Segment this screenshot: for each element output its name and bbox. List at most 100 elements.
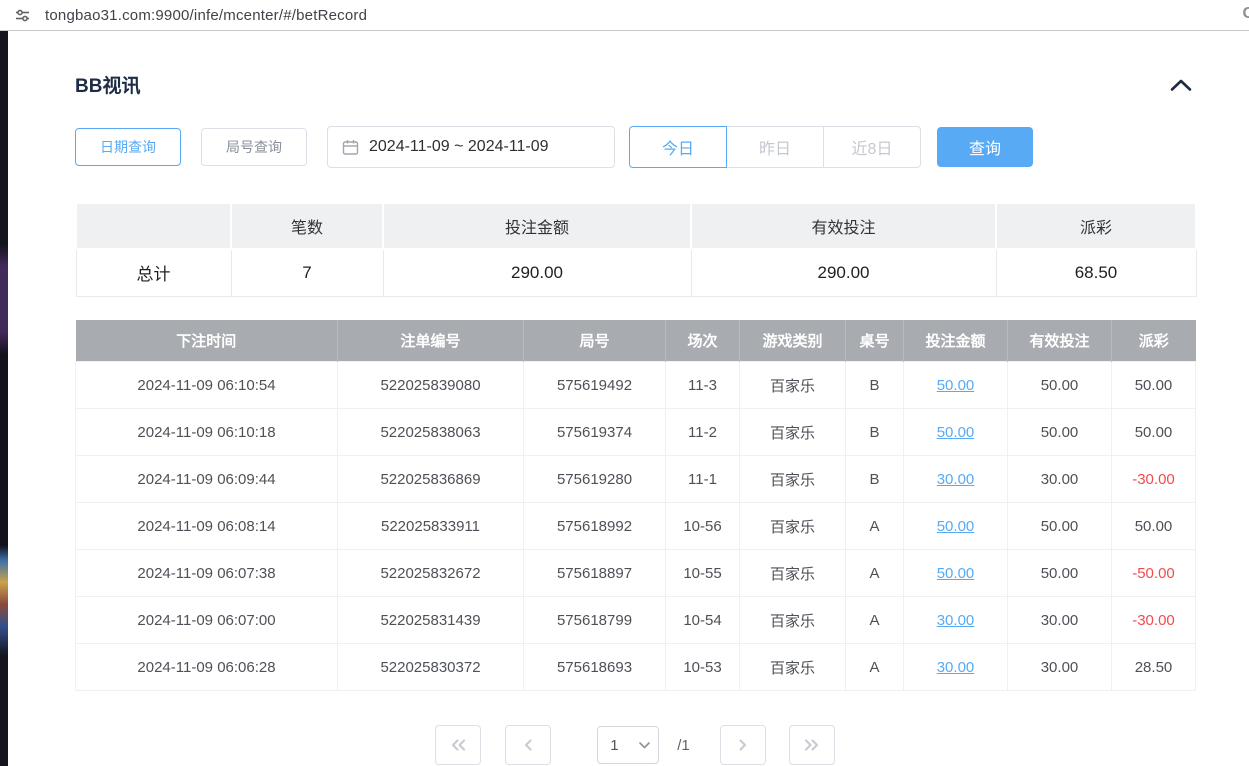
summary-header-payout: 派彩 — [996, 203, 1196, 249]
header-bet-id: 注单编号 — [338, 320, 524, 362]
table-no-cell: A — [846, 644, 904, 691]
bet-amount-link[interactable]: 50.00 — [937, 518, 975, 535]
prev-page-icon — [522, 738, 534, 752]
caret-down-icon — [639, 742, 650, 749]
round-id-cell: 575618693 — [524, 644, 666, 691]
payout-cell: 28.50 — [1112, 644, 1196, 691]
table-no-cell: B — [846, 456, 904, 503]
table-row: 2024-11-09 06:07:00522025831439575618799… — [76, 597, 1196, 644]
bet-amount-link[interactable]: 50.00 — [937, 377, 975, 394]
bet-id-cell: 522025836869 — [338, 456, 524, 503]
bet-time-cell: 2024-11-09 06:06:28 — [76, 644, 338, 691]
bet-id-cell: 522025833911 — [338, 503, 524, 550]
table-row: 2024-11-09 06:10:54522025839080575619492… — [76, 362, 1196, 409]
valid-bet-cell: 50.00 — [1008, 550, 1112, 597]
background-window-strip — [0, 31, 8, 766]
table-row: 2024-11-09 06:08:14522025833911575618992… — [76, 503, 1196, 550]
game-type-cell: 百家乐 — [740, 597, 846, 644]
bet-record-page: BB视讯 日期查询 局号查询 2024-11-09 ~ 2024 — [0, 31, 1249, 766]
table-row: 2024-11-09 06:07:38522025832672575618897… — [76, 550, 1196, 597]
session-cell: 10-53 — [666, 644, 740, 691]
payout-cell: 50.00 — [1112, 362, 1196, 409]
date-query-button[interactable]: 日期查询 — [75, 128, 181, 166]
bet-record-table: 下注时间 注单编号 局号 场次 游戏类别 桌号 投注金额 有效投注 派彩 202… — [75, 320, 1196, 692]
filter-row: 日期查询 局号查询 2024-11-09 ~ 2024-11-09 今日 昨日 … — [75, 126, 1195, 168]
bet-id-cell: 522025831439 — [338, 597, 524, 644]
summary-header-row: 笔数 投注金额 有效投注 派彩 — [76, 203, 1196, 249]
header-valid-bet: 有效投注 — [1008, 320, 1112, 362]
bet-amount-cell: 30.00 — [904, 597, 1008, 644]
prev-page-button[interactable] — [505, 725, 551, 765]
bet-amount-link[interactable]: 50.00 — [937, 565, 975, 582]
bet-amount-link[interactable]: 30.00 — [937, 612, 975, 629]
bet-id-cell: 522025830372 — [338, 644, 524, 691]
search-button[interactable]: 查询 — [937, 127, 1033, 167]
browser-address-bar[interactable]: tongbao31.com:9900/infe/mcenter/#/betRec… — [0, 0, 1249, 31]
bet-amount-link[interactable]: 30.00 — [937, 659, 975, 676]
summary-corner-cell — [76, 203, 231, 249]
game-type-cell: 百家乐 — [740, 456, 846, 503]
next-page-button[interactable] — [720, 725, 766, 765]
last-page-icon — [803, 738, 820, 752]
header-payout: 派彩 — [1112, 320, 1196, 362]
page-select[interactable]: 1 — [597, 726, 659, 764]
summary-header-count: 笔数 — [231, 203, 383, 249]
table-row: 2024-11-09 06:06:28522025830372575618693… — [76, 644, 1196, 691]
session-cell: 10-56 — [666, 503, 740, 550]
summary-total-count: 7 — [231, 249, 383, 296]
summary-total-payout: 68.50 — [996, 249, 1196, 296]
last-page-button[interactable] — [789, 725, 835, 765]
game-type-cell: 百家乐 — [740, 550, 846, 597]
bet-amount-cell: 50.00 — [904, 362, 1008, 409]
page-select-value: 1 — [610, 737, 618, 754]
header-round-id: 局号 — [524, 320, 666, 362]
payout-cell: -30.00 — [1112, 456, 1196, 503]
game-type-cell: 百家乐 — [740, 362, 846, 409]
header-bet-time: 下注时间 — [76, 320, 338, 362]
table-no-cell: B — [846, 409, 904, 456]
site-settings-icon[interactable] — [14, 7, 31, 24]
bet-table-header-row: 下注时间 注单编号 局号 场次 游戏类别 桌号 投注金额 有效投注 派彩 — [76, 320, 1196, 362]
quick-last8days-button[interactable]: 近8日 — [823, 126, 921, 168]
table-no-cell: A — [846, 597, 904, 644]
url-text[interactable]: tongbao31.com:9900/infe/mcenter/#/betRec… — [45, 7, 367, 24]
session-cell: 11-1 — [666, 456, 740, 503]
panel-header: BB视讯 — [75, 71, 1195, 98]
round-query-button[interactable]: 局号查询 — [201, 128, 307, 166]
bet-amount-cell: 30.00 — [904, 644, 1008, 691]
total-pages-label: /1 — [677, 737, 690, 754]
bet-amount-cell: 50.00 — [904, 409, 1008, 456]
valid-bet-cell: 30.00 — [1008, 456, 1112, 503]
bet-id-cell: 522025832672 — [338, 550, 524, 597]
round-id-cell: 575619374 — [524, 409, 666, 456]
payout-cell: -30.00 — [1112, 597, 1196, 644]
bet-table-body: 2024-11-09 06:10:54522025839080575619492… — [76, 362, 1196, 691]
bet-amount-cell: 30.00 — [904, 456, 1008, 503]
game-type-cell: 百家乐 — [740, 503, 846, 550]
session-cell: 10-55 — [666, 550, 740, 597]
collapse-chevron-up-icon[interactable] — [1167, 76, 1195, 94]
bet-amount-link[interactable]: 50.00 — [937, 424, 975, 441]
summary-total-valid-bet: 290.00 — [691, 249, 996, 296]
table-no-cell: B — [846, 362, 904, 409]
round-id-cell: 575619492 — [524, 362, 666, 409]
bet-time-cell: 2024-11-09 06:07:00 — [76, 597, 338, 644]
payout-cell: 50.00 — [1112, 409, 1196, 456]
bet-time-cell: 2024-11-09 06:10:18 — [76, 409, 338, 456]
quick-yesterday-button[interactable]: 昨日 — [726, 126, 824, 168]
session-cell: 11-2 — [666, 409, 740, 456]
bet-time-cell: 2024-11-09 06:10:54 — [76, 362, 338, 409]
date-range-value: 2024-11-09 ~ 2024-11-09 — [369, 138, 549, 156]
bet-time-cell: 2024-11-09 06:09:44 — [76, 456, 338, 503]
header-session: 场次 — [666, 320, 740, 362]
date-range-input[interactable]: 2024-11-09 ~ 2024-11-09 — [327, 126, 615, 168]
calendar-icon — [342, 139, 359, 156]
first-page-button[interactable] — [435, 725, 481, 765]
session-cell: 10-54 — [666, 597, 740, 644]
bet-id-cell: 522025839080 — [338, 362, 524, 409]
round-id-cell: 575618992 — [524, 503, 666, 550]
round-id-cell: 575618897 — [524, 550, 666, 597]
bet-amount-link[interactable]: 30.00 — [937, 471, 975, 488]
round-id-cell: 575619280 — [524, 456, 666, 503]
quick-today-button[interactable]: 今日 — [629, 126, 727, 168]
